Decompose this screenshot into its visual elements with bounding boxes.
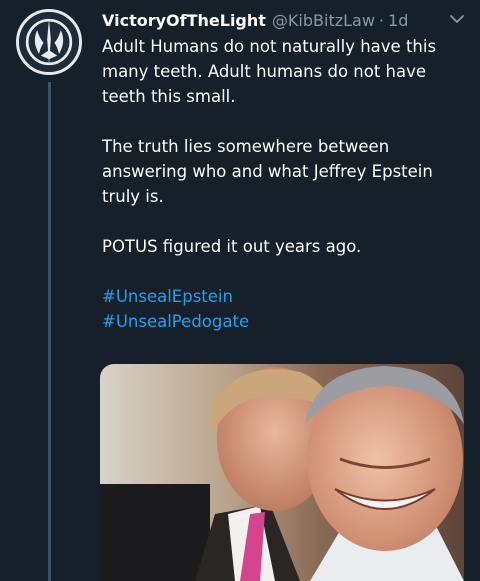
tweet-paragraph: POTUS figured it out years ago. (102, 237, 362, 256)
timestamp[interactable]: 1d (388, 11, 408, 30)
thread-line (48, 82, 51, 581)
separator-dot: · (378, 10, 385, 30)
user-handle[interactable]: @KibBitzLaw (272, 11, 375, 30)
tweet-paragraph: The truth lies somewhere between answeri… (102, 137, 433, 206)
tweet-photo[interactable] (100, 364, 464, 581)
tweet-menu-button[interactable] (448, 10, 466, 28)
tweet-header: VictoryOfTheLight @KibBitzLaw · 1d (102, 8, 468, 32)
tweet-paragraph: Adult Humans do not naturally have this … (102, 37, 437, 106)
avatar[interactable] (16, 9, 82, 75)
chevron-down-icon (450, 15, 464, 23)
display-name[interactable]: VictoryOfTheLight (102, 11, 266, 30)
hashtag-link[interactable]: #UnsealEpstein (102, 284, 468, 309)
tweet-text: Adult Humans do not naturally have this … (102, 34, 468, 334)
jedi-order-emblem-icon (19, 12, 79, 72)
hashtag-link[interactable]: #UnsealPedogate (102, 309, 468, 334)
photo-image (100, 364, 464, 581)
